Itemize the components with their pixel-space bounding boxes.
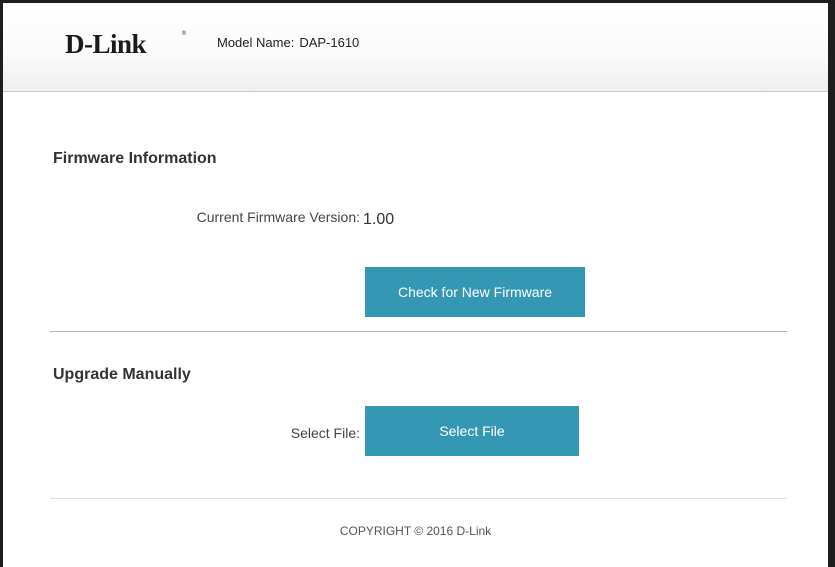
select-file-label: Select File: (290, 425, 360, 441)
registered-mark: ® (181, 30, 187, 37)
model-name-label: Model Name: (217, 35, 295, 50)
section-divider (50, 331, 787, 332)
firmware-information-title: Firmware Information (53, 150, 217, 167)
current-firmware-version-value: 1.00 (363, 211, 395, 228)
footer-divider (50, 498, 787, 499)
model-name-value: DAP-1610 (299, 35, 360, 50)
browser-frame: D-Link ® Model Name: DAP-1610 Firmware In… (0, 0, 835, 567)
current-firmware-version-label: Current Firmware Version: (196, 209, 360, 225)
upgrade-manually-title: Upgrade Manually (53, 366, 191, 383)
header-bar: D-Link ® Model Name: DAP-1610 (3, 3, 828, 92)
model-name: Model Name: DAP-1610 (217, 35, 359, 50)
dlink-logo: D-Link (65, 29, 147, 59)
copyright-text: COPYRIGHT © 2016 D-Link (339, 524, 492, 538)
select-file-button[interactable]: Select File (365, 406, 579, 456)
check-new-firmware-button[interactable]: Check for New Firmware (365, 267, 585, 317)
